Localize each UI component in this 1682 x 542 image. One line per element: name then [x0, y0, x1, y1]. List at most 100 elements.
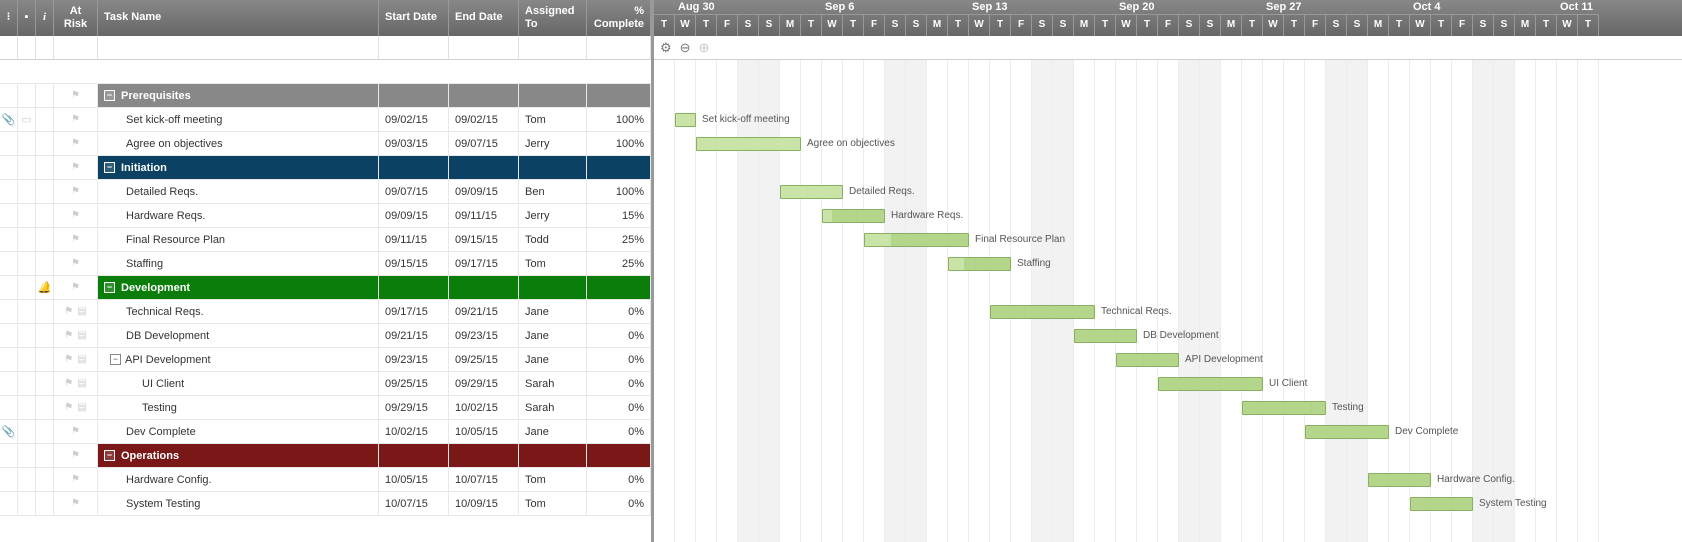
task-row[interactable]: ⚑Hardware Config.10/05/1510/07/15Tom0%: [0, 468, 651, 492]
flag-icon[interactable]: ⚑: [71, 138, 80, 149]
cell-complete[interactable]: [587, 84, 651, 107]
collapse-toggle-icon[interactable]: −: [104, 90, 115, 101]
cell-assigned[interactable]: [519, 84, 587, 107]
notes-icon[interactable]: ▤: [77, 402, 86, 413]
cell-complete[interactable]: [587, 156, 651, 179]
task-row[interactable]: ⚑Staffing09/15/1509/17/15Tom25%: [0, 252, 651, 276]
cell-start[interactable]: 10/07/15: [379, 492, 449, 515]
cell-end[interactable]: 10/02/15: [449, 396, 519, 419]
cell-assigned[interactable]: [519, 276, 587, 299]
cell-complete[interactable]: 0%: [587, 396, 651, 419]
cell-end[interactable]: 09/07/15: [449, 132, 519, 155]
cell-start[interactable]: [379, 156, 449, 179]
flag-icon[interactable]: ⚑: [71, 114, 80, 125]
task-row[interactable]: ⚑▤UI Client09/25/1509/29/15Sarah0%: [0, 372, 651, 396]
cell-complete[interactable]: 25%: [587, 252, 651, 275]
header-task-name[interactable]: Task Name: [98, 0, 379, 36]
group-row[interactable]: ⚑−Operations: [0, 444, 651, 468]
cell-start[interactable]: [379, 276, 449, 299]
flag-icon[interactable]: ⚑: [71, 474, 80, 485]
header-assigned-to[interactable]: Assigned To: [519, 0, 587, 36]
gantt-bar[interactable]: [1074, 329, 1137, 343]
flag-icon[interactable]: ⚑: [71, 90, 80, 101]
flag-icon[interactable]: ⚑: [64, 306, 73, 317]
flag-icon[interactable]: ⚑: [64, 402, 73, 413]
cell-complete[interactable]: [587, 444, 651, 467]
cell-start[interactable]: 09/09/15: [379, 204, 449, 227]
task-row[interactable]: ⚑▤−API Development09/23/1509/25/15Jane0%: [0, 348, 651, 372]
task-row[interactable]: ⚑Detailed Reqs.09/07/1509/09/15Ben100%: [0, 180, 651, 204]
cell-assigned[interactable]: Sarah: [519, 372, 587, 395]
cell-start[interactable]: 09/21/15: [379, 324, 449, 347]
cell-end[interactable]: 09/23/15: [449, 324, 519, 347]
cell-start[interactable]: 09/07/15: [379, 180, 449, 203]
cell-complete[interactable]: 15%: [587, 204, 651, 227]
cell-end[interactable]: [449, 84, 519, 107]
cell-end[interactable]: [449, 276, 519, 299]
cell-start[interactable]: 09/25/15: [379, 372, 449, 395]
cell-assigned[interactable]: Tom: [519, 468, 587, 491]
cell-end[interactable]: 10/05/15: [449, 420, 519, 443]
zoom-in-icon[interactable]: ⊕: [699, 40, 710, 56]
cell-end[interactable]: 09/15/15: [449, 228, 519, 251]
cell-complete[interactable]: 0%: [587, 300, 651, 323]
cell-assigned[interactable]: Jane: [519, 300, 587, 323]
cell-assigned[interactable]: Jane: [519, 348, 587, 371]
cell-end[interactable]: 09/02/15: [449, 108, 519, 131]
cell-start[interactable]: 09/29/15: [379, 396, 449, 419]
flag-icon[interactable]: ⚑: [71, 162, 80, 173]
task-row[interactable]: ⚑▤DB Development09/21/1509/23/15Jane0%: [0, 324, 651, 348]
gantt-bar[interactable]: [822, 209, 885, 223]
task-row[interactable]: ⚑System Testing10/07/1510/09/15Tom0%: [0, 492, 651, 516]
gantt-bar[interactable]: [1242, 401, 1326, 415]
cell-start[interactable]: 09/03/15: [379, 132, 449, 155]
cell-start[interactable]: 09/15/15: [379, 252, 449, 275]
collapse-toggle-icon[interactable]: −: [104, 162, 115, 173]
filter-row[interactable]: [0, 36, 651, 60]
cell-assigned[interactable]: [519, 444, 587, 467]
group-row[interactable]: 🔔⚑−Development: [0, 276, 651, 300]
cell-complete[interactable]: 0%: [587, 492, 651, 515]
cell-assigned[interactable]: Jane: [519, 420, 587, 443]
gantt-bar[interactable]: [1305, 425, 1389, 439]
gantt-bar[interactable]: [675, 113, 696, 127]
notes-icon[interactable]: ▤: [77, 354, 86, 365]
task-row[interactable]: ⚑Final Resource Plan09/11/1509/15/15Todd…: [0, 228, 651, 252]
gantt-bar[interactable]: [1368, 473, 1431, 487]
cell-start[interactable]: [379, 84, 449, 107]
gantt-bar[interactable]: [780, 185, 843, 199]
flag-icon[interactable]: ⚑: [71, 210, 80, 221]
cell-end[interactable]: 09/17/15: [449, 252, 519, 275]
collapse-toggle-icon[interactable]: −: [110, 354, 121, 365]
cell-complete[interactable]: 0%: [587, 468, 651, 491]
cell-complete[interactable]: 100%: [587, 180, 651, 203]
cell-start[interactable]: 09/02/15: [379, 108, 449, 131]
header-attachment-icon[interactable]: ⁝: [0, 0, 18, 36]
cell-assigned[interactable]: [519, 156, 587, 179]
cell-start[interactable]: 09/11/15: [379, 228, 449, 251]
reminder-bell-icon[interactable]: 🔔: [38, 281, 52, 294]
attachment-icon[interactable]: 📎: [2, 113, 16, 126]
cell-start[interactable]: 10/05/15: [379, 468, 449, 491]
cell-end[interactable]: 09/09/15: [449, 180, 519, 203]
cell-assigned[interactable]: Tom: [519, 252, 587, 275]
collapse-toggle-icon[interactable]: −: [104, 282, 115, 293]
gantt-bar[interactable]: [1116, 353, 1179, 367]
task-row[interactable]: ⚑▤Testing09/29/1510/02/15Sarah0%: [0, 396, 651, 420]
group-row[interactable]: ⚑−Prerequisites: [0, 84, 651, 108]
cell-complete[interactable]: 100%: [587, 132, 651, 155]
header-start-date[interactable]: Start Date: [379, 0, 449, 36]
flag-icon[interactable]: ⚑: [71, 234, 80, 245]
gantt-bar[interactable]: [990, 305, 1095, 319]
cell-assigned[interactable]: Tom: [519, 492, 587, 515]
cell-complete[interactable]: 0%: [587, 372, 651, 395]
cell-complete[interactable]: 25%: [587, 228, 651, 251]
task-row[interactable]: 📎▭⚑Set kick-off meeting09/02/1509/02/15T…: [0, 108, 651, 132]
task-row[interactable]: ⚑Agree on objectives09/03/1509/07/15Jerr…: [0, 132, 651, 156]
task-row[interactable]: ⚑▤Technical Reqs.09/17/1509/21/15Jane0%: [0, 300, 651, 324]
comment-icon[interactable]: ▭: [21, 113, 31, 126]
cell-complete[interactable]: 0%: [587, 420, 651, 443]
flag-icon[interactable]: ⚑: [71, 426, 80, 437]
cell-assigned[interactable]: Todd: [519, 228, 587, 251]
cell-assigned[interactable]: Ben: [519, 180, 587, 203]
